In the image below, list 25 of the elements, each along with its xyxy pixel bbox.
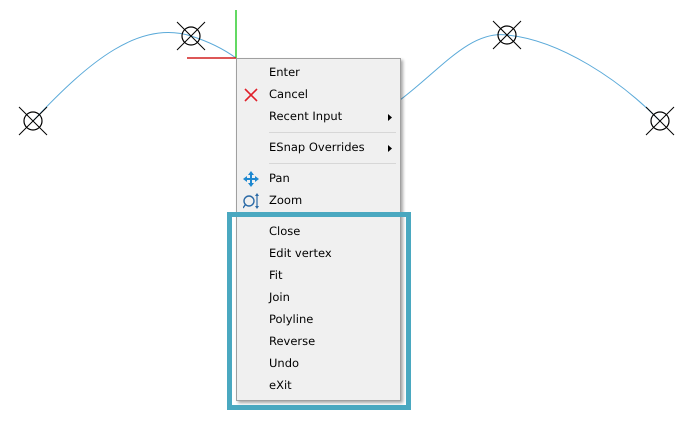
move-arrows-icon [243, 171, 259, 187]
menu-item[interactable]: Join [239, 287, 398, 309]
x-axis-line [187, 57, 236, 59]
menu-item[interactable]: Edit vertex [239, 243, 398, 265]
submenu-arrow-icon [388, 145, 392, 152]
menu-item[interactable]: Pan [239, 168, 398, 190]
menu-item[interactable]: Enter [239, 62, 398, 84]
menu-item[interactable]: Recent Input [239, 106, 398, 128]
menu-item[interactable]: Fit [239, 265, 398, 287]
menu-item[interactable]: eXit [239, 375, 398, 397]
vertex-marker-icon [176, 22, 206, 50]
vertex-marker-icon [18, 106, 48, 136]
menu-item[interactable]: Reverse [239, 331, 398, 353]
submenu-arrow-icon [388, 114, 392, 121]
menu-item[interactable]: Close [239, 221, 398, 243]
menu-item[interactable]: Zoom [239, 190, 398, 212]
menu-item[interactable]: Undo [239, 353, 398, 375]
menu-item[interactable]: ESnap Overrides [239, 137, 398, 159]
menu-item[interactable]: Polyline [239, 309, 398, 331]
zoom-icon [243, 193, 259, 209]
y-axis-line [235, 10, 237, 58]
vertex-marker-icon [646, 106, 674, 136]
cancel-icon [243, 87, 259, 103]
vertex-marker-icon [492, 20, 522, 50]
menu-item[interactable]: Cancel [239, 84, 398, 106]
